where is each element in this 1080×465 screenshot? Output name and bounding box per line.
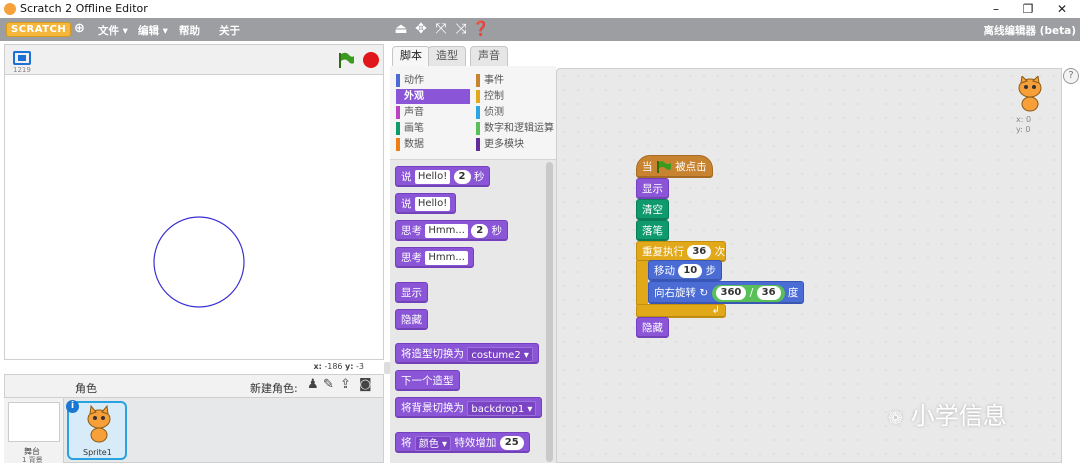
- window-title-bar: Scratch 2 Offline Editor – ❐ ✕: [0, 0, 1080, 18]
- duplicate-tool-icon[interactable]: ⏏: [392, 21, 410, 37]
- script-hide-block[interactable]: 隐藏: [636, 317, 669, 338]
- sprites-heading: 角色: [75, 382, 97, 395]
- close-button[interactable]: ✕: [1044, 0, 1080, 18]
- script-move-block[interactable]: 移动 10 步: [648, 260, 723, 281]
- category-data[interactable]: 数据: [396, 137, 470, 152]
- presentation-mode-icon[interactable]: [13, 51, 31, 65]
- script-clear-block[interactable]: 清空: [636, 199, 669, 220]
- sprite-preview-cat-icon: [1018, 76, 1042, 112]
- stage-header: 1219: [4, 44, 384, 74]
- divide-operator-block[interactable]: 360 / 36: [711, 284, 785, 302]
- camera-icon[interactable]: ◙: [359, 377, 372, 392]
- palette-next-costume-block[interactable]: 下一个造型: [395, 370, 460, 391]
- repeat-block-arm: [636, 261, 648, 305]
- stop-sign-icon[interactable]: [363, 52, 379, 68]
- when-flag-clicked-hat-block[interactable]: 当 被点击: [636, 155, 713, 178]
- wechat-icon: ❁: [888, 408, 904, 429]
- sprite-thumbnail-sprite1[interactable]: i Sprite1: [66, 400, 127, 460]
- grow-tool-icon[interactable]: ⤧: [432, 21, 450, 37]
- palette-think-for-secs-block[interactable]: 思考 Hmm... 2 秒: [395, 220, 509, 241]
- version-label: 1219: [13, 66, 31, 74]
- palette-hide-block[interactable]: 隐藏: [395, 309, 428, 330]
- palette-show-block[interactable]: 显示: [395, 282, 428, 303]
- category-sound[interactable]: 声音: [396, 105, 470, 120]
- watermark: ❁ 小学信息: [888, 402, 1007, 430]
- menu-bar: SCRATCH ⊕ 文件 ▾ 编辑 ▾ 帮助 关于 ⏏ ✥ ⤧ ⤨ ❓ 离线编辑…: [0, 18, 1080, 41]
- menu-help[interactable]: 帮助: [179, 23, 200, 38]
- scratch-logo[interactable]: SCRATCH: [6, 22, 72, 37]
- category-pen[interactable]: 画笔: [396, 121, 470, 136]
- paint-new-sprite-icon[interactable]: ✎: [323, 377, 334, 392]
- category-more-blocks[interactable]: 更多模块: [476, 137, 550, 152]
- stage-thumbnail: [8, 402, 60, 442]
- sprite-x-position: x: 0: [1016, 115, 1032, 124]
- pen-circle-drawing: [153, 216, 245, 308]
- category-events[interactable]: 事件: [476, 73, 550, 88]
- language-globe-icon[interactable]: ⊕: [74, 21, 85, 36]
- palette-switch-costume-block[interactable]: 将造型切换为 costume2 ▾: [395, 343, 539, 364]
- green-flag-icon[interactable]: [337, 51, 355, 69]
- stage-thumbnail-panel[interactable]: 舞台 1 背景: [4, 398, 64, 464]
- delete-tool-icon[interactable]: ✥: [412, 21, 430, 37]
- category-sensing[interactable]: 侦测: [476, 105, 550, 120]
- backdrop-count: 1 背景: [22, 456, 43, 464]
- window-title: Scratch 2 Offline Editor: [20, 2, 148, 15]
- app-icon: [4, 3, 16, 15]
- script-show-block[interactable]: 显示: [636, 178, 669, 199]
- tab-costumes[interactable]: 造型: [428, 46, 466, 66]
- repeat-block-header[interactable]: 重复执行 36 次: [636, 241, 726, 262]
- stage-canvas[interactable]: [4, 74, 384, 360]
- tab-sounds[interactable]: 声音: [470, 46, 508, 66]
- category-looks[interactable]: 外观: [396, 89, 470, 104]
- upload-sprite-icon[interactable]: ⇪: [340, 377, 351, 392]
- sprite-y-position: y: 0: [1016, 125, 1031, 134]
- palette-change-effect-block[interactable]: 将 颜色 ▾ 特效增加 25: [395, 432, 530, 453]
- rotate-right-icon: ↻: [699, 287, 709, 299]
- category-operators[interactable]: 数字和逻辑运算: [476, 121, 556, 136]
- menu-about[interactable]: 关于: [219, 23, 240, 38]
- menu-file[interactable]: 文件 ▾: [98, 23, 128, 38]
- palette-switch-backdrop-block[interactable]: 将背景切换为 backdrop1 ▾: [395, 397, 543, 418]
- category-panel: 动作 外观 声音 画笔 数据 事件 控制 侦测 数字和逻辑运算 更多模块: [390, 66, 556, 160]
- offline-editor-label: 离线编辑器 (beta): [983, 25, 1077, 37]
- script-pen-down-block[interactable]: 落笔: [636, 220, 669, 241]
- palette-scrollbar[interactable]: [546, 162, 553, 462]
- menu-edit[interactable]: 编辑 ▾: [138, 23, 168, 38]
- category-motion[interactable]: 动作: [396, 73, 470, 88]
- shrink-tool-icon[interactable]: ⤨: [452, 21, 470, 37]
- category-control[interactable]: 控制: [476, 89, 550, 104]
- repeat-block-footer: ↲: [636, 304, 726, 318]
- tab-scripts[interactable]: 脚本: [392, 46, 430, 66]
- help-button[interactable]: ?: [1063, 68, 1079, 84]
- sprite-name: Sprite1: [83, 448, 112, 457]
- sprite-info-icon[interactable]: i: [66, 400, 79, 413]
- minimize-button[interactable]: –: [978, 0, 1014, 18]
- help-tool-icon[interactable]: ❓: [472, 21, 490, 37]
- cat-sprite-icon: [87, 405, 111, 443]
- new-sprite-label: 新建角色:: [250, 382, 298, 395]
- choose-sprite-library-icon[interactable]: ♟: [307, 377, 319, 392]
- palette-say-block[interactable]: 说 Hello!: [395, 193, 457, 214]
- mouse-coordinates: x: -186 y: -3: [313, 362, 364, 371]
- maximize-button[interactable]: ❐: [1010, 0, 1046, 18]
- palette-think-block[interactable]: 思考 Hmm...: [395, 247, 474, 268]
- green-flag-icon: [656, 161, 671, 173]
- sprite-pane-header: 角色 新建角色: ♟ ✎ ⇪ ◙: [4, 374, 384, 398]
- stage-drawing: [153, 216, 245, 308]
- script-turn-right-block[interactable]: 向右旋转 ↻ 360 / 36 度: [648, 281, 805, 304]
- palette-say-for-secs-block[interactable]: 说 Hello! 2 秒: [395, 166, 491, 187]
